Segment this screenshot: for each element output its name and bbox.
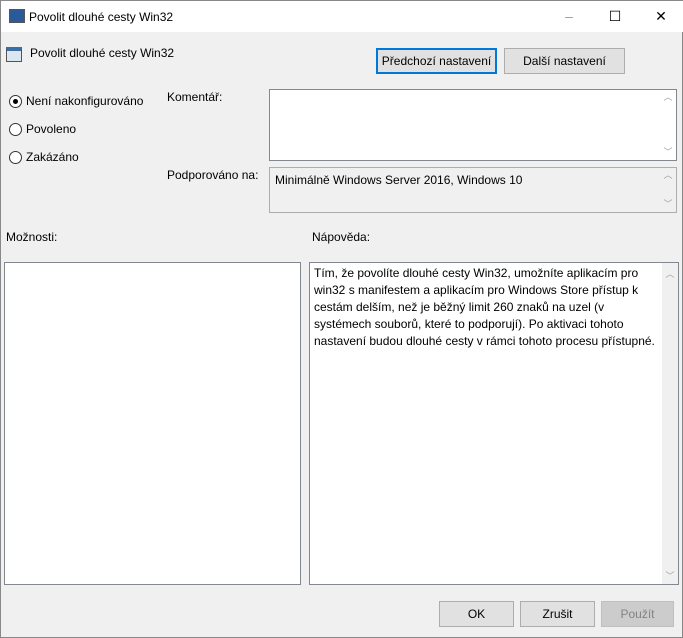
options-panel bbox=[4, 262, 301, 585]
radio-label: Zakázáno bbox=[26, 150, 79, 164]
radio-indicator[interactable] bbox=[9, 94, 22, 108]
scroll-up-icon[interactable]: ︿ bbox=[662, 267, 678, 280]
comment-label: Komentář: bbox=[167, 90, 223, 104]
radio-indicator[interactable] bbox=[9, 122, 22, 136]
radio-label: Není nakonfigurováno bbox=[26, 94, 144, 108]
window-title: Povolit dlouhé cesty Win32 bbox=[29, 10, 174, 24]
supported-scrollbar[interactable]: ︿ ﹀ bbox=[660, 168, 676, 212]
scroll-up-icon[interactable]: ︿ bbox=[660, 168, 676, 181]
supported-on-field: Minimálně Windows Server 2016, Windows 1… bbox=[269, 167, 677, 213]
help-label: Nápověda: bbox=[312, 230, 371, 244]
comment-input[interactable]: ︿ ﹀ bbox=[269, 89, 677, 161]
minimize-button[interactable]: – bbox=[546, 1, 592, 32]
next-setting-button[interactable]: Další nastavení bbox=[504, 48, 625, 74]
app-icon bbox=[9, 9, 25, 23]
radio-disabled[interactable]: Zakázáno bbox=[9, 150, 79, 164]
help-scrollbar[interactable]: ︿ ﹀ bbox=[662, 263, 678, 584]
previous-setting-button[interactable]: Předchozí nastavení bbox=[376, 48, 497, 74]
policy-title: Povolit dlouhé cesty Win32 bbox=[30, 46, 175, 60]
supported-on-value: Minimálně Windows Server 2016, Windows 1… bbox=[275, 173, 523, 187]
close-button[interactable]: ✕ bbox=[638, 1, 683, 32]
radio-label: Povoleno bbox=[26, 122, 77, 136]
comment-scrollbar[interactable]: ︿ ﹀ bbox=[660, 90, 676, 160]
radio-enabled[interactable]: Povoleno bbox=[9, 122, 76, 136]
supported-label: Podporováno na: bbox=[167, 168, 259, 182]
radio-indicator[interactable] bbox=[9, 150, 22, 164]
radio-not-configured[interactable]: Není nakonfigurováno bbox=[9, 94, 143, 108]
apply-button[interactable]: Použít bbox=[601, 601, 674, 627]
ok-button[interactable]: OK bbox=[439, 601, 514, 627]
cancel-button[interactable]: Zrušit bbox=[520, 601, 595, 627]
policy-icon bbox=[6, 47, 22, 62]
help-panel: Tím, že povolíte dlouhé cesty Win32, umo… bbox=[309, 262, 679, 585]
scroll-down-icon[interactable]: ﹀ bbox=[662, 569, 678, 582]
scroll-down-icon[interactable]: ﹀ bbox=[660, 145, 676, 158]
scroll-up-icon[interactable]: ︿ bbox=[660, 90, 676, 103]
maximize-button[interactable]: ☐ bbox=[592, 1, 638, 32]
title-bar: Povolit dlouhé cesty Win32 – ☐ ✕ bbox=[1, 1, 683, 32]
scroll-down-icon[interactable]: ﹀ bbox=[660, 197, 676, 210]
help-text: Tím, že povolíte dlouhé cesty Win32, umo… bbox=[314, 266, 655, 348]
options-label: Možnosti: bbox=[6, 230, 58, 244]
